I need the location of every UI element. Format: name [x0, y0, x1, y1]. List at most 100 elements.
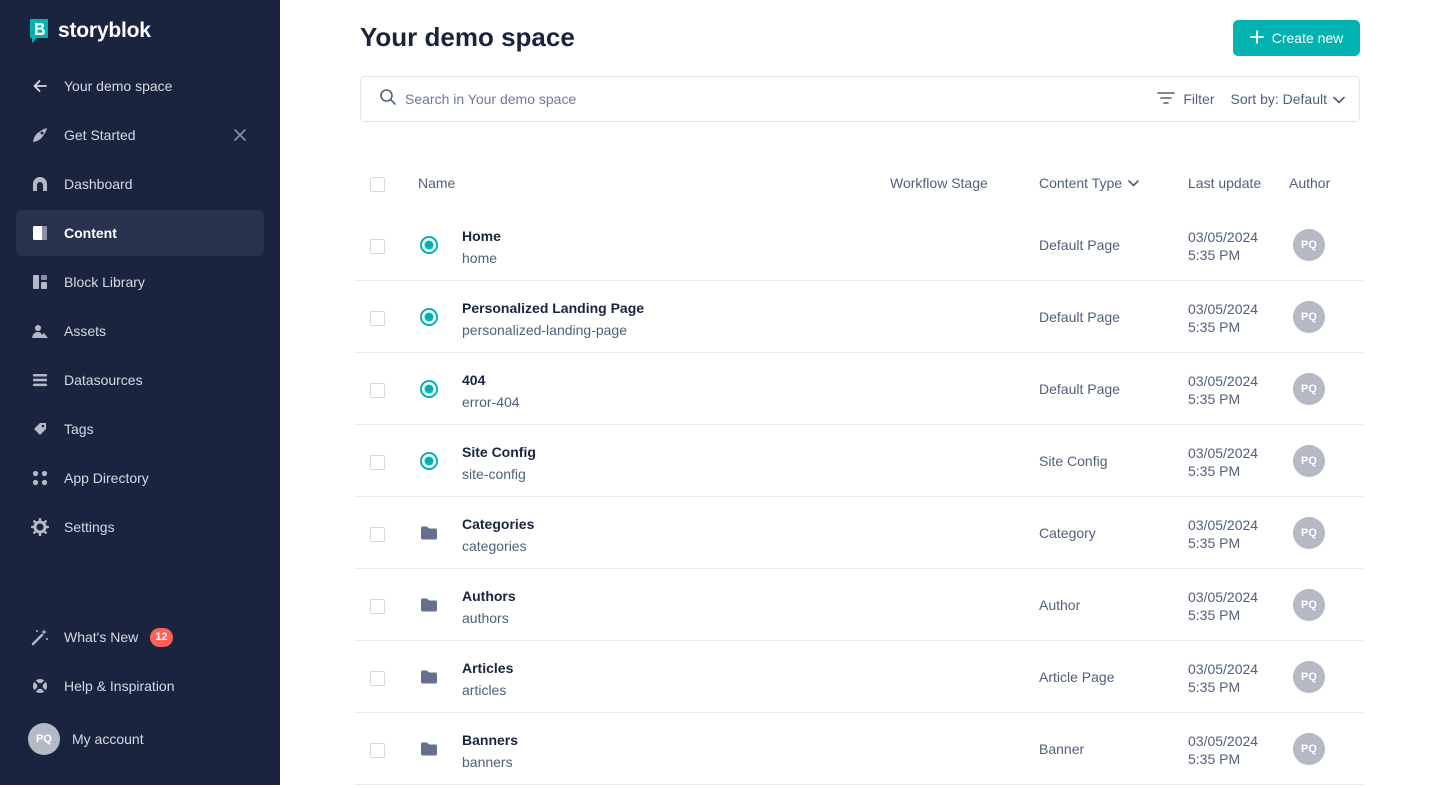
entry-name[interactable]: Home: [462, 228, 501, 244]
entry-date: 03/05/2024: [1188, 301, 1259, 317]
entry-name[interactable]: Authors: [462, 588, 516, 604]
entry-date: 03/05/2024: [1188, 589, 1259, 605]
entry-name[interactable]: Articles: [462, 660, 513, 676]
sidebar-item-dashboard[interactable]: Dashboard: [16, 161, 264, 207]
entry-name[interactable]: Banners: [462, 732, 518, 748]
row-checkbox[interactable]: [370, 383, 385, 398]
notification-badge: 12: [150, 627, 173, 647]
back-to-space-label: Your demo space: [64, 78, 173, 94]
entry-slug: site-config: [462, 466, 526, 482]
folder-icon: [419, 667, 439, 687]
entry-name[interactable]: Personalized Landing Page: [462, 300, 644, 316]
column-header-content-type[interactable]: Content Type: [1039, 175, 1139, 191]
entry-last-update: 03/05/2024 5:35 PM: [1188, 660, 1258, 696]
column-header-workflow-stage[interactable]: Workflow Stage: [890, 175, 988, 191]
sidebar-item-whats-new[interactable]: What's New 12: [16, 614, 264, 660]
page-title: Your demo space: [360, 22, 575, 52]
tag-icon: [30, 419, 50, 439]
table-row[interactable]: Categories categories Category 03/05/2024 5:…: [355, 497, 1363, 569]
entry-date: 03/05/2024: [1188, 517, 1259, 533]
row-checkbox[interactable]: [370, 527, 385, 542]
column-header-name[interactable]: Name: [418, 175, 455, 191]
row-checkbox[interactable]: [370, 599, 385, 614]
entry-last-update: 03/05/2024 5:35 PM: [1188, 372, 1258, 408]
sidebar-item-settings[interactable]: Settings: [16, 504, 264, 550]
entry-content-type: Banner: [1039, 741, 1085, 757]
table-row[interactable]: Banners banners Banner 03/05/2024 5:35 PM PQ: [355, 713, 1363, 785]
entry-date: 03/05/2024: [1188, 661, 1259, 677]
entry-slug: articles: [462, 682, 507, 698]
app-window: storyblok Your demo space Get Started Da…: [0, 0, 1446, 788]
sidebar-item-label: Get Started: [64, 127, 136, 143]
select-all-checkbox[interactable]: [370, 177, 385, 192]
search-input[interactable]: [405, 91, 1158, 107]
sidebar: storyblok Your demo space Get Started Da…: [0, 0, 280, 785]
sidebar-item-help[interactable]: Help & Inspiration: [16, 663, 264, 709]
table-row[interactable]: Site Config site-config Site Config 03/05/2…: [355, 425, 1363, 497]
entry-date: 03/05/2024: [1188, 229, 1259, 245]
column-header-last-update[interactable]: Last update: [1188, 175, 1261, 191]
sidebar-item-get-started[interactable]: Get Started: [16, 112, 264, 158]
folder-icon: [419, 739, 439, 759]
row-checkbox[interactable]: [370, 455, 385, 470]
avatar: PQ: [1293, 589, 1325, 621]
app-directory-icon: [30, 468, 50, 488]
brand[interactable]: storyblok: [28, 17, 151, 45]
chevron-down-icon: [1128, 179, 1139, 186]
entry-slug: error-404: [462, 394, 520, 410]
back-to-space-link[interactable]: Your demo space: [16, 63, 264, 109]
table-row[interactable]: Personalized Landing Page personalized-la…: [355, 281, 1363, 353]
folder-icon: [419, 523, 439, 543]
sidebar-item-app-directory[interactable]: App Directory: [16, 455, 264, 501]
close-icon[interactable]: [232, 127, 248, 143]
entry-last-update: 03/05/2024 5:35 PM: [1188, 516, 1258, 552]
entry-time: 5:35 PM: [1188, 535, 1241, 551]
filter-button[interactable]: Filter: [1157, 91, 1215, 108]
avatar: PQ: [1293, 373, 1325, 405]
sort-dropdown[interactable]: Sort by: Default: [1231, 91, 1346, 107]
search-icon: [379, 88, 397, 111]
entry-slug: banners: [462, 754, 513, 770]
story-icon: [419, 307, 439, 327]
dashboard-icon: [30, 174, 50, 194]
datasources-icon: [30, 370, 50, 390]
row-checkbox[interactable]: [370, 311, 385, 326]
sidebar-item-label: Dashboard: [64, 176, 133, 192]
plus-icon: [1249, 29, 1264, 47]
main-content: Your demo space Create new Filter Sort b…: [280, 0, 1446, 788]
story-icon: [419, 451, 439, 471]
avatar: PQ: [1293, 517, 1325, 549]
entry-time: 5:35 PM: [1188, 463, 1241, 479]
entry-content-type: Default Page: [1039, 237, 1120, 253]
entry-slug: home: [462, 250, 498, 266]
sidebar-item-content[interactable]: Content: [16, 210, 264, 256]
avatar: PQ: [1293, 733, 1325, 765]
arrow-left-icon: [30, 76, 50, 96]
entry-time: 5:35 PM: [1188, 247, 1241, 263]
entry-name[interactable]: 404: [462, 372, 485, 388]
sidebar-item-block-library[interactable]: Block Library: [16, 259, 264, 305]
sidebar-item-tags[interactable]: Tags: [16, 406, 264, 452]
avatar: PQ: [1293, 229, 1325, 261]
table-row[interactable]: Articles articles Article Page 03/05/2024 5:…: [355, 641, 1363, 713]
sidebar-item-assets[interactable]: Assets: [16, 308, 264, 354]
sidebar-item-label: Datasources: [64, 372, 143, 388]
row-checkbox[interactable]: [370, 743, 385, 758]
entry-name[interactable]: Site Config: [462, 444, 536, 460]
table-row[interactable]: Authors authors Author 03/05/2024 5:35 PM PQ: [355, 569, 1363, 641]
entry-last-update: 03/05/2024 5:35 PM: [1188, 444, 1258, 480]
entry-content-type: Author: [1039, 597, 1081, 613]
storyblok-logo-icon: [28, 17, 50, 45]
entry-name[interactable]: Categories: [462, 516, 534, 532]
table-row[interactable]: 404 error-404 Default Page 03/05/2024 5:35 P…: [355, 353, 1363, 425]
row-checkbox[interactable]: [370, 239, 385, 254]
sidebar-item-label: My account: [72, 731, 144, 747]
folder-icon: [419, 595, 439, 615]
create-new-button[interactable]: Create new: [1233, 20, 1360, 56]
row-checkbox[interactable]: [370, 671, 385, 686]
sidebar-item-my-account[interactable]: PQ My account: [16, 716, 264, 762]
column-header-author[interactable]: Author: [1289, 175, 1330, 191]
table-row[interactable]: Home home Default Page 03/05/2024 5:35 PM PQ: [355, 209, 1363, 281]
sidebar-item-datasources[interactable]: Datasources: [16, 357, 264, 403]
entry-slug: authors: [462, 610, 509, 626]
